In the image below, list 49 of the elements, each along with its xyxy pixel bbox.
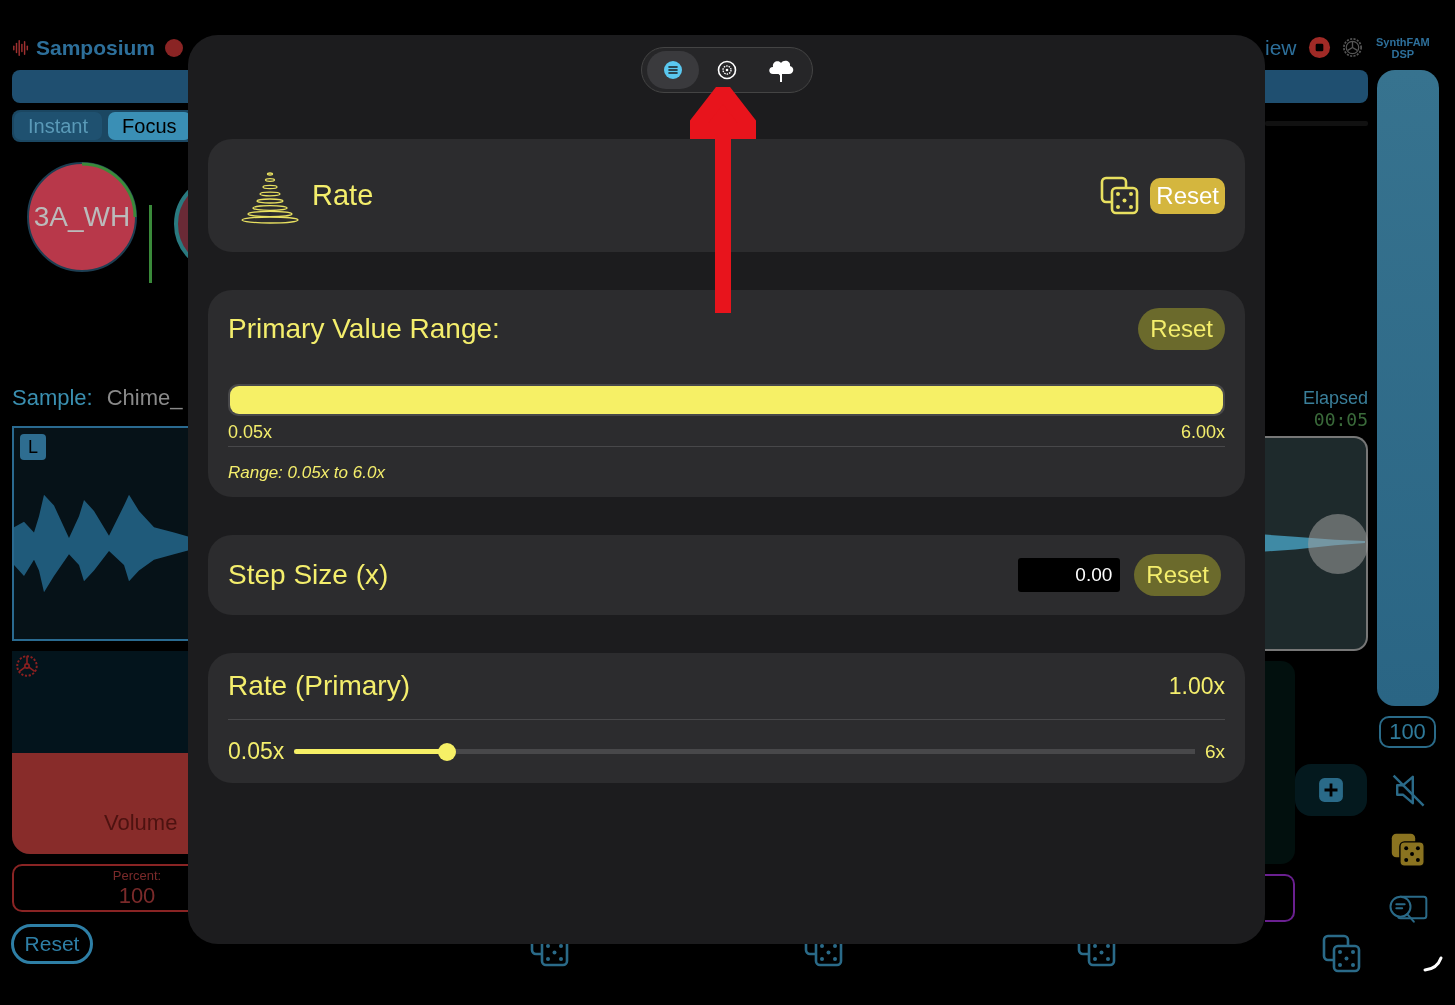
slider-max: 6x bbox=[1204, 740, 1225, 763]
waveform-view[interactable]: L bbox=[12, 426, 188, 641]
output-level-bar[interactable] bbox=[1376, 70, 1439, 706]
settings-icon[interactable] bbox=[1341, 36, 1364, 59]
waveform-icon bbox=[12, 38, 30, 57]
step-title: Step Size (x) bbox=[228, 559, 389, 591]
plus-icon bbox=[1318, 777, 1344, 803]
reset-button[interactable]: Reset bbox=[1138, 308, 1225, 350]
rate-value: 1.00x bbox=[1168, 672, 1225, 700]
range-note: Range: 0.05x to 6.0x bbox=[228, 463, 386, 483]
outlined-field[interactable] bbox=[1265, 874, 1295, 922]
dice-icon[interactable] bbox=[1100, 175, 1141, 216]
sample-label: Sample: bbox=[12, 385, 93, 411]
slider-thumb[interactable] bbox=[438, 742, 457, 761]
record-icon[interactable] bbox=[165, 38, 184, 57]
app-title: Samposium bbox=[36, 35, 156, 60]
list-icon bbox=[662, 60, 683, 80]
rate-primary-title: Rate (Primary) bbox=[228, 670, 410, 703]
reset-button[interactable]: Reset bbox=[1150, 177, 1225, 214]
range-title: Primary Value Range: bbox=[228, 313, 500, 345]
mode-tab[interactable]: Instant bbox=[14, 112, 103, 140]
reset-button[interactable]: Reset bbox=[11, 924, 93, 964]
brand-subtitle: DSP bbox=[1391, 47, 1415, 60]
playhead-handle[interactable] bbox=[1308, 514, 1368, 574]
gear-icon bbox=[716, 60, 737, 80]
gear-icon[interactable] bbox=[14, 653, 40, 679]
tree-icon bbox=[766, 58, 795, 82]
elapsed-label: Elapsed bbox=[1302, 388, 1368, 409]
volume-label: Volume bbox=[104, 810, 178, 836]
step-field[interactable]: 0.00 bbox=[1018, 558, 1121, 592]
sample-knob[interactable]: 3A_WH bbox=[27, 162, 137, 272]
sample-name: Chime_ bbox=[106, 385, 183, 411]
range-max: 6.00x bbox=[1180, 422, 1225, 443]
elapsed-time: 00:05 bbox=[1313, 409, 1368, 430]
brand-name: SynthFAM bbox=[1376, 35, 1430, 48]
percent-value: 100 bbox=[118, 883, 156, 909]
view-label[interactable]: iew bbox=[1265, 35, 1298, 60]
output-level-value[interactable]: 100 bbox=[1379, 716, 1436, 748]
waveform-view[interactable] bbox=[1265, 436, 1368, 651]
channel-badge: L bbox=[20, 434, 46, 460]
mode-tab[interactable]: Focus bbox=[108, 112, 188, 140]
reset-button[interactable]: Reset bbox=[1134, 554, 1221, 596]
rate-title: Rate bbox=[312, 179, 374, 212]
stop-icon[interactable] bbox=[1308, 36, 1331, 59]
add-button[interactable] bbox=[1295, 764, 1367, 816]
range-min: 0.05x bbox=[228, 422, 273, 443]
slider-min: 0.05x bbox=[228, 738, 285, 766]
percent-label: Percent: bbox=[112, 868, 162, 883]
list-segment[interactable] bbox=[646, 51, 699, 89]
